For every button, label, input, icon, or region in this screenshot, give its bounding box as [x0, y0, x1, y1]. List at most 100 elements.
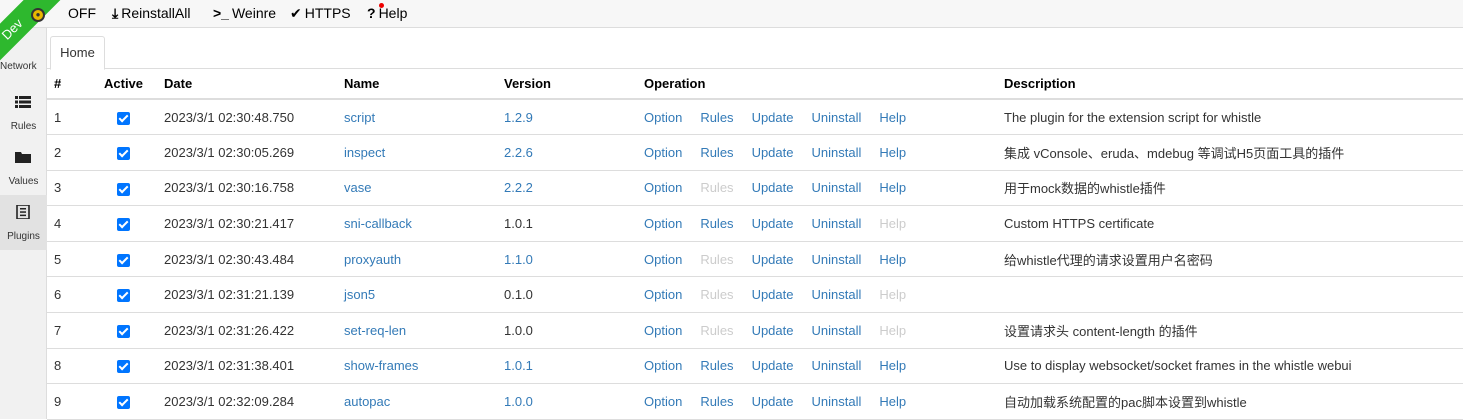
active-cell	[97, 205, 157, 242]
active-checkbox[interactable]	[117, 324, 130, 338]
plugin-name-link[interactable]: autopac	[337, 383, 497, 420]
help-link[interactable]: Help	[879, 252, 906, 267]
row-number: 9	[47, 383, 97, 420]
help-link: Help	[879, 322, 907, 338]
help-link[interactable]: Help	[879, 180, 906, 195]
active-checkbox[interactable]	[117, 111, 130, 125]
update-link[interactable]: Update	[752, 358, 794, 373]
plugin-name-link[interactable]: script	[337, 99, 497, 136]
option-link[interactable]: Option	[644, 110, 682, 125]
weinre-label: Weinre	[231, 5, 277, 21]
active-checkbox[interactable]	[117, 360, 130, 374]
plugin-name-link[interactable]: inspect	[337, 134, 497, 171]
sidebar-item-plugins[interactable]: Plugins	[0, 195, 47, 250]
rules-link[interactable]: Rules	[700, 394, 733, 409]
operation-cell: Option Rules Update Uninstall Help	[637, 312, 997, 349]
row-number: 2	[47, 134, 97, 171]
rules-link[interactable]: Rules	[700, 110, 733, 125]
option-link[interactable]: Option	[644, 394, 682, 409]
plugin-version[interactable]: 1.0.1	[497, 348, 637, 385]
option-link[interactable]: Option	[644, 287, 682, 302]
plugin-description: 自动加载系统配置的pac脚本设置到whistle	[997, 383, 1463, 420]
rules-link: Rules	[700, 180, 734, 196]
sidebar-item-values[interactable]: Values	[0, 140, 47, 195]
help-link[interactable]: Help	[879, 145, 906, 160]
plugin-name-link[interactable]: vase	[337, 170, 497, 207]
update-link[interactable]: Update	[752, 252, 794, 267]
plugin-version[interactable]: 1.1.0	[497, 241, 637, 278]
uninstall-link[interactable]: Uninstall	[811, 252, 861, 267]
plugin-version[interactable]: 2.2.2	[497, 170, 637, 207]
sidebar-item-rules[interactable]: Rules	[0, 85, 47, 140]
active-checkbox[interactable]	[117, 289, 130, 303]
active-checkbox[interactable]	[117, 218, 130, 232]
tab-label: Home	[60, 45, 95, 60]
help-button[interactable]: ? Help	[367, 3, 407, 21]
option-link[interactable]: Option	[644, 145, 682, 160]
list-icon	[15, 96, 31, 108]
help-link[interactable]: Help	[879, 358, 906, 373]
uninstall-link[interactable]: Uninstall	[811, 216, 861, 231]
uninstall-link[interactable]: Uninstall	[811, 145, 861, 160]
https-button[interactable]: ✔ HTTPS	[290, 5, 351, 22]
update-link[interactable]: Update	[752, 110, 794, 125]
plugin-name-link[interactable]: json5	[337, 276, 497, 314]
update-link[interactable]: Update	[752, 145, 794, 160]
table-row: 5 2023/3/1 02:30:43.484 proxyauth 1.1.0 Opti…	[47, 241, 1463, 278]
uninstall-link[interactable]: Uninstall	[811, 180, 861, 195]
weinre-button[interactable]: >_ Weinre	[213, 5, 276, 21]
uninstall-link[interactable]: Uninstall	[811, 358, 861, 373]
update-link[interactable]: Update	[752, 394, 794, 409]
tab-home[interactable]: Home	[50, 36, 105, 70]
uninstall-link[interactable]: Uninstall	[811, 394, 861, 409]
plugin-description: Custom HTTPS certificate	[997, 205, 1463, 242]
reinstall-all-button[interactable]: ⤓ ReinstallAll	[112, 5, 190, 22]
off-label: OFF	[68, 5, 96, 21]
plugin-description: Use to display websocket/socket frames i…	[997, 348, 1463, 385]
option-link[interactable]: Option	[644, 252, 682, 267]
rules-link[interactable]: Rules	[700, 145, 733, 160]
help-link[interactable]: Help	[879, 110, 906, 125]
plugin-name-link[interactable]: set-req-len	[337, 312, 497, 349]
plugin-version[interactable]: 1.2.9	[497, 99, 637, 136]
table-row: 8 2023/3/1 02:31:38.401 show-frames 1.0.1 Op…	[47, 348, 1463, 385]
terminal-icon: >_	[213, 5, 229, 21]
row-date: 2023/3/1 02:31:26.422	[157, 312, 337, 349]
row-date: 2023/3/1 02:30:21.417	[157, 205, 337, 242]
update-link[interactable]: Update	[752, 216, 794, 231]
plugin-name-link[interactable]: sni-callback	[337, 205, 497, 242]
row-date: 2023/3/1 02:30:16.758	[157, 170, 337, 207]
row-date: 2023/3/1 02:30:05.269	[157, 134, 337, 171]
active-checkbox[interactable]	[117, 396, 130, 410]
option-link[interactable]: Option	[644, 180, 682, 195]
row-number: 7	[47, 312, 97, 349]
uninstall-link[interactable]: Uninstall	[811, 287, 861, 302]
coin-icon[interactable]: ●	[31, 8, 45, 22]
plugin-name-link[interactable]: proxyauth	[337, 241, 497, 278]
update-link[interactable]: Update	[752, 180, 794, 195]
option-link[interactable]: Option	[644, 358, 682, 373]
plugin-name-link[interactable]: show-frames	[337, 348, 497, 385]
active-checkbox[interactable]	[117, 146, 130, 160]
plugin-version[interactable]: 2.2.6	[497, 134, 637, 171]
uninstall-link[interactable]: Uninstall	[811, 323, 861, 338]
rules-link[interactable]: Rules	[700, 216, 733, 231]
active-cell	[97, 276, 157, 314]
option-link[interactable]: Option	[644, 216, 682, 231]
option-link[interactable]: Option	[644, 323, 682, 338]
rules-link: Rules	[700, 251, 734, 267]
active-cell	[97, 348, 157, 385]
plugin-version[interactable]: 1.0.0	[497, 383, 637, 420]
top-toolbar: OFF ⤓ ReinstallAll >_ Weinre ✔ HTTPS ? Help	[0, 0, 1463, 28]
rules-link[interactable]: Rules	[700, 358, 733, 373]
sidebar: Network Rules Values Plugins	[0, 28, 47, 419]
uninstall-link[interactable]: Uninstall	[811, 110, 861, 125]
active-checkbox[interactable]	[117, 253, 130, 267]
active-checkbox[interactable]	[117, 182, 130, 196]
plugin-description: 集成 vConsole、eruda、mdebug 等调试H5页面工具的插件	[997, 134, 1463, 171]
active-cell	[97, 134, 157, 171]
help-link[interactable]: Help	[879, 394, 906, 409]
off-button[interactable]: OFF	[68, 5, 96, 21]
update-link[interactable]: Update	[752, 287, 794, 302]
update-link[interactable]: Update	[752, 323, 794, 338]
